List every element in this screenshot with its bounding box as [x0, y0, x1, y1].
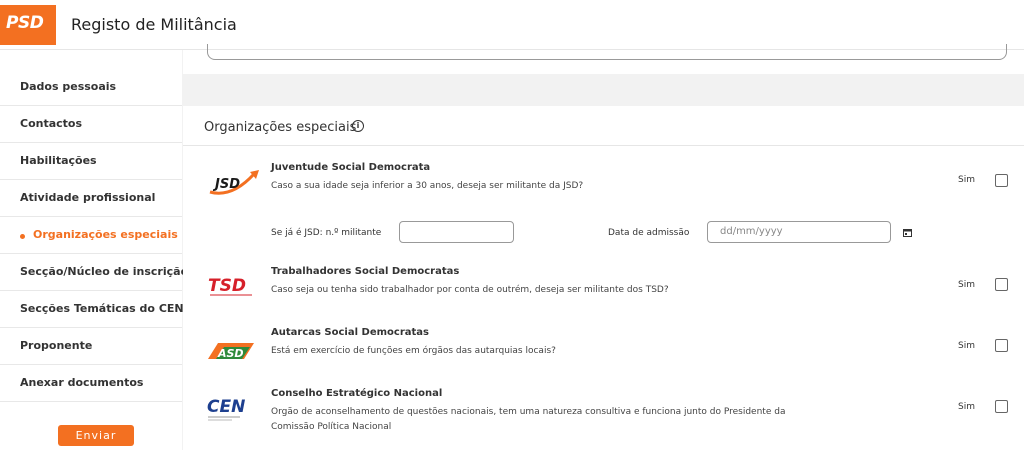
org-description: Caso a sua idade seja inferior a 30 anos… [271, 181, 584, 191]
top-bar: PSD Registo de Militância [0, 0, 1024, 50]
sidebar-item-seccoes-tematicas[interactable]: Secções Temáticas do CEN [0, 291, 184, 328]
sidebar-item-label: Anexar documentos [20, 376, 144, 389]
sidebar-item-label: Organizações especiais [33, 228, 178, 241]
sidebar-item-proponente[interactable]: Proponente [0, 328, 182, 365]
org-description: Está em exercício de funções em órgãos d… [271, 346, 556, 356]
sidebar-item-label: Dados pessoais [20, 80, 117, 93]
member-number-label: Se já é JSD: n.º militante [271, 228, 382, 238]
section-title: Organizações especiais [204, 120, 357, 135]
previous-text-field[interactable] [207, 44, 1007, 60]
sidebar-item-anexar-documentos[interactable]: Anexar documentos [0, 365, 182, 402]
sidebar-item-habilitacoes[interactable]: Habilitações [0, 143, 182, 180]
active-indicator-icon [20, 234, 25, 239]
cen-logo-text: CEN [207, 397, 245, 417]
jsd-logo-text: JSD [212, 177, 240, 192]
info-icon[interactable]: i [352, 120, 364, 132]
jsd-fields-row: Se já é JSD: n.º militante Data de admis… [183, 220, 1024, 246]
org-description: Caso seja ou tenha sido trabalhador por … [271, 285, 669, 295]
sidebar-item-label: Contactos [20, 117, 83, 130]
sidebar-item-atividade-profissional[interactable]: Atividade profissional [0, 180, 182, 217]
calendar-icon[interactable] [903, 228, 912, 237]
cen-checkbox[interactable] [995, 400, 1008, 413]
yes-label: Sim [958, 280, 975, 290]
org-description: Orgão de aconselhamento de questões naci… [271, 407, 786, 432]
psd-logo[interactable]: PSD [0, 0, 56, 50]
org-tsd: TSD Trabalhadores Social Democratas Caso… [183, 266, 1024, 306]
tsd-checkbox[interactable] [995, 278, 1008, 291]
yes-label: Sim [958, 341, 975, 351]
org-asd: ASD Autarcas Social Democratas Está em e… [183, 327, 1024, 367]
asd-logo-text: ASD [217, 347, 244, 360]
page-title: Registo de Militância [71, 15, 237, 34]
tsd-logo-icon: TSD [208, 276, 252, 296]
sidebar-item-organizacoes-especiais[interactable]: Organizações especiais [0, 217, 182, 254]
org-title: Conselho Estratégico Nacional [271, 388, 443, 399]
sidebar: Dados pessoais Contactos Habilitações At… [0, 50, 188, 450]
sidebar-item-label: Atividade profissional [20, 191, 156, 204]
tsd-logo-text: TSD [208, 276, 246, 296]
yes-label: Sim [958, 402, 975, 412]
previous-section-card [183, 44, 1024, 74]
jsd-checkbox[interactable] [995, 174, 1008, 187]
submit-button[interactable]: Enviar [58, 425, 134, 446]
org-cen: CEN Conselho Estratégico Nacional Orgão … [183, 388, 1024, 448]
yes-label: Sim [958, 175, 975, 185]
org-title: Autarcas Social Democratas [271, 327, 429, 338]
admission-date-input[interactable]: dd/mm/yyyy [707, 221, 891, 243]
asd-logo-icon: ASD [208, 343, 254, 360]
sidebar-item-seccao-nucleo[interactable]: Secção/Núcleo de inscrição [0, 254, 188, 291]
sidebar-item-label: Secções Temáticas do CEN [20, 302, 184, 315]
admission-date-label: Data de admissão [608, 228, 690, 238]
sidebar-item-label: Habilitações [20, 154, 97, 167]
sidebar-item-label: Secção/Núcleo de inscrição [20, 265, 189, 278]
jsd-logo-icon: JSD [209, 170, 259, 195]
asd-checkbox[interactable] [995, 339, 1008, 352]
special-organizations-card: Organizações especiais i JSD Juventude S… [183, 106, 1024, 450]
psd-logo-text: PSD [6, 13, 44, 33]
org-jsd: JSD Juventude Social Democrata Caso a su… [183, 162, 1024, 222]
sidebar-item-dados-pessoais[interactable]: Dados pessoais [0, 69, 182, 106]
sidebar-item-contactos[interactable]: Contactos [0, 106, 182, 143]
sidebar-item-label: Proponente [20, 339, 93, 352]
org-title: Trabalhadores Social Democratas [271, 266, 460, 277]
org-title: Juventude Social Democrata [271, 162, 431, 173]
card-header: Organizações especiais i [183, 106, 1024, 146]
cen-logo-icon: CEN [207, 397, 245, 421]
member-number-input[interactable] [399, 221, 514, 243]
